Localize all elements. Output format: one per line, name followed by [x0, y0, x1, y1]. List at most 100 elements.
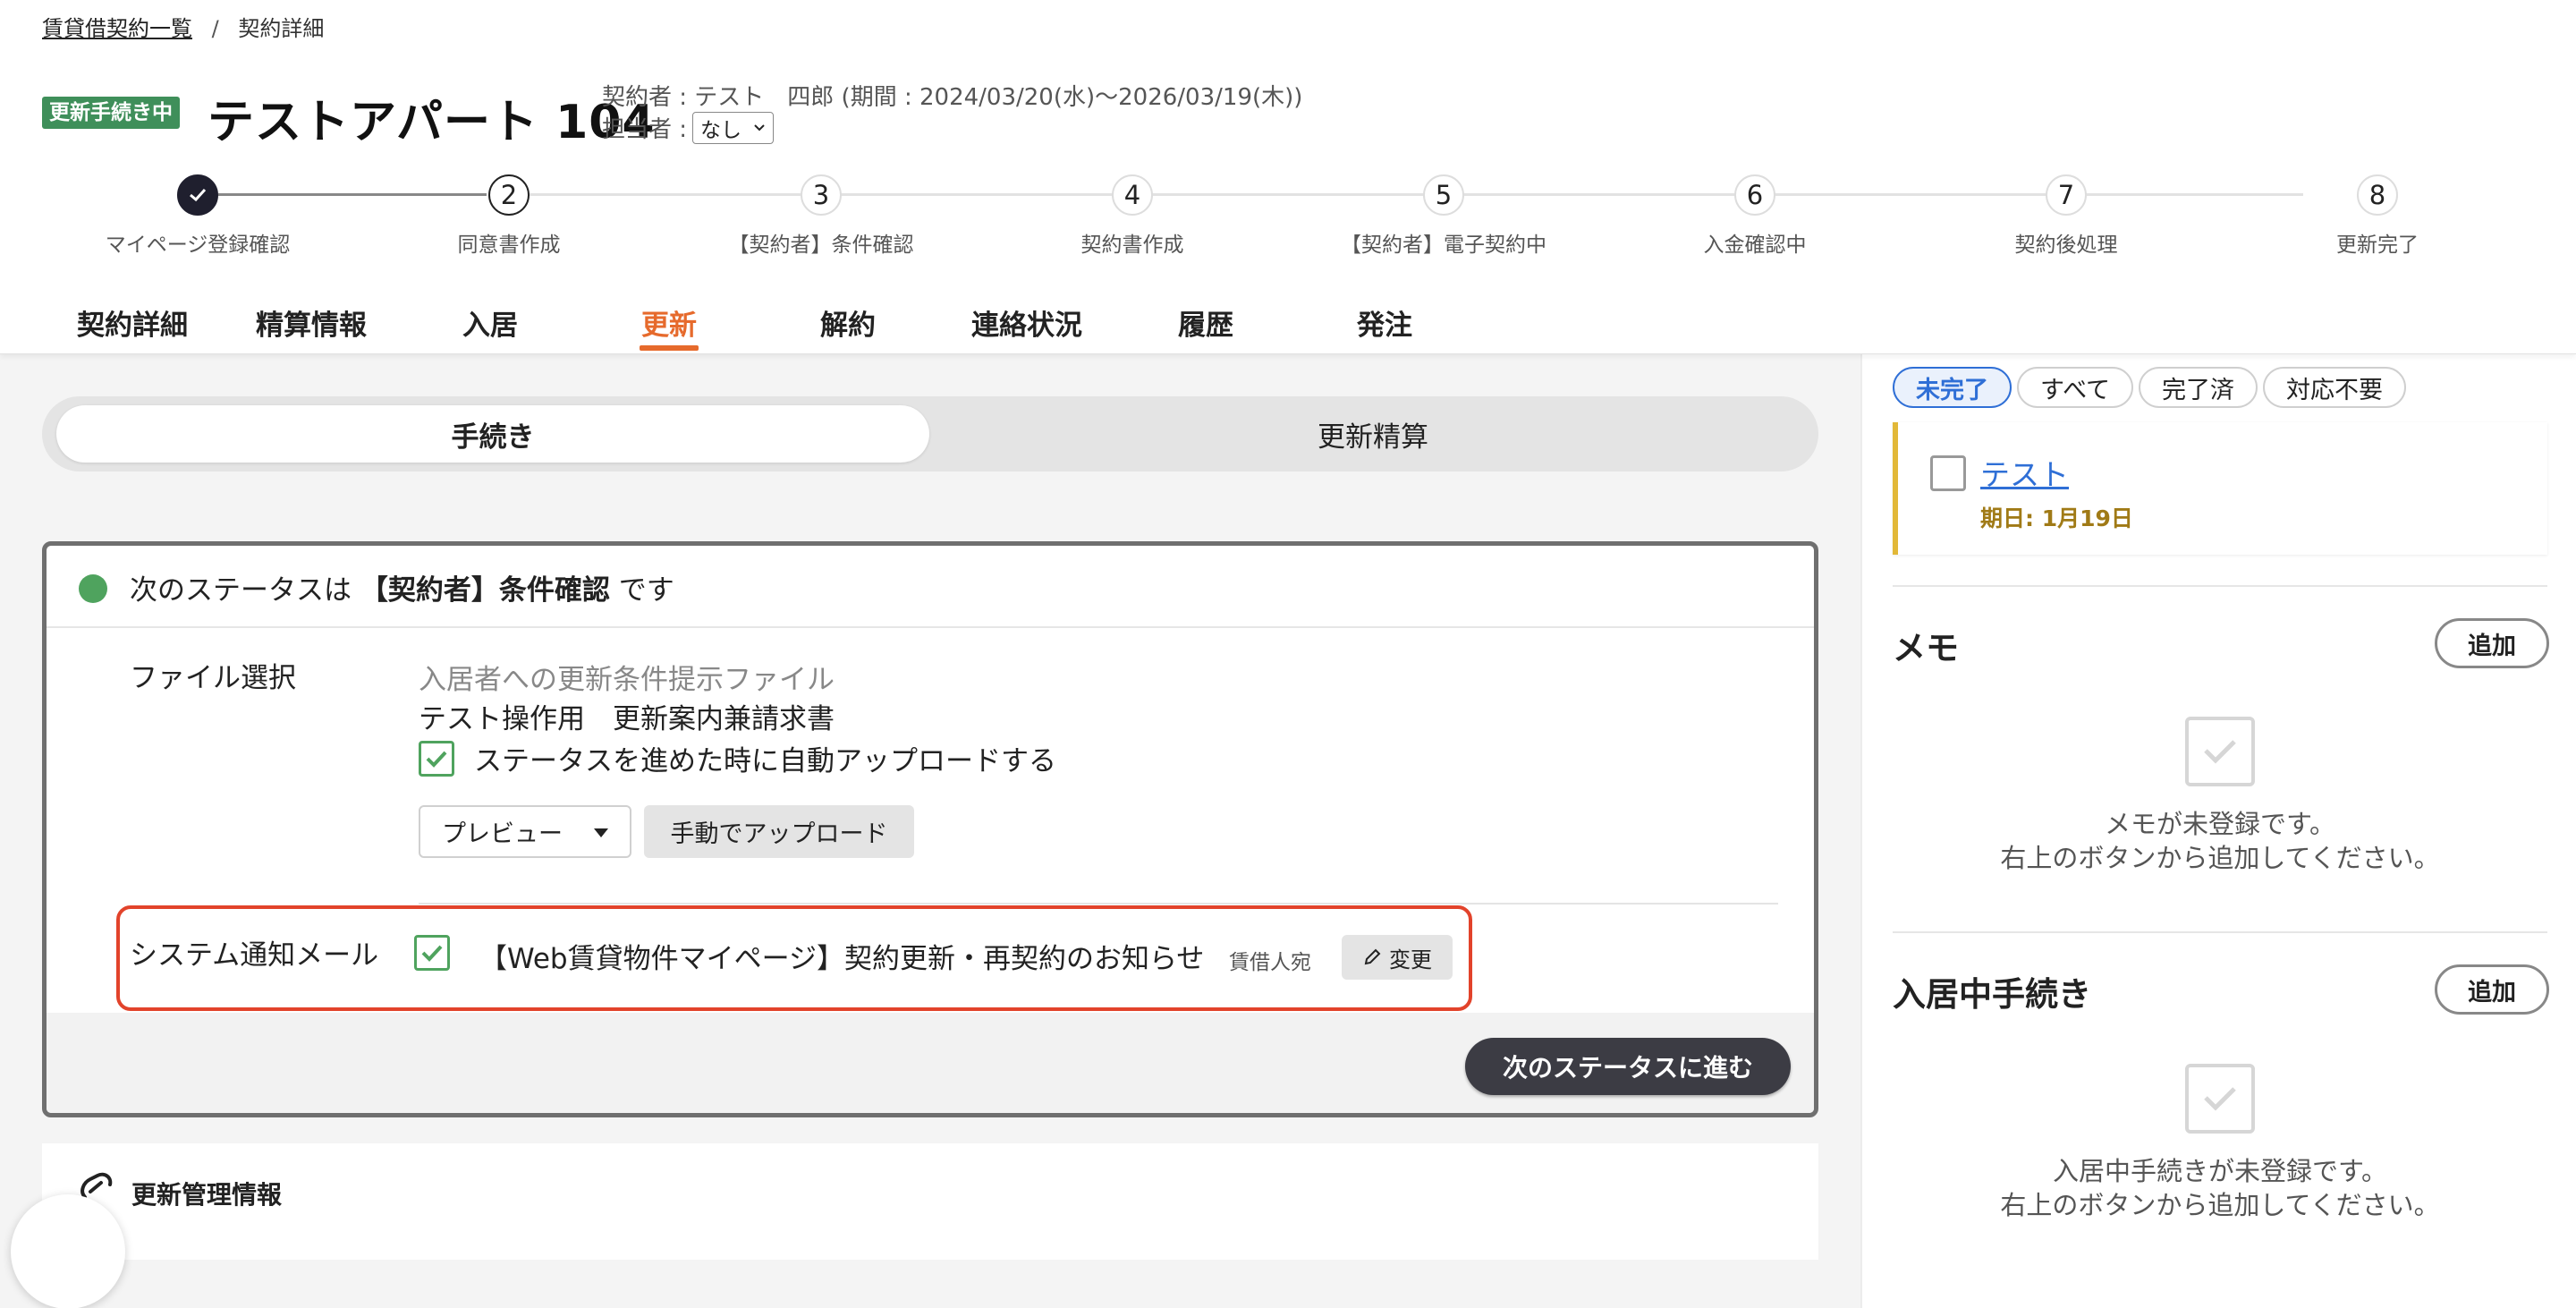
tab-history[interactable]: 履歴: [1116, 302, 1295, 343]
tab-settlement[interactable]: 精算情報: [222, 302, 401, 343]
filter-incomplete[interactable]: 未完了: [1893, 367, 2012, 408]
filter-all[interactable]: すべて: [2017, 367, 2134, 408]
tab-orders[interactable]: 発注: [1295, 302, 1474, 343]
check-icon: [190, 188, 207, 202]
status-dot-icon: [79, 574, 107, 603]
segment-procedure[interactable]: 手続き: [56, 405, 929, 463]
filter-completed[interactable]: 完了済: [2139, 367, 2258, 408]
residence-procedures-heading: 入居中手続き: [1893, 975, 2091, 1014]
assignee-value: なし: [700, 118, 742, 142]
task-due-date: 期日: 1月19日: [1980, 505, 2133, 531]
next-status-text: 次のステータスは 【契約者】条件確認 です: [130, 567, 674, 607]
residence-empty-line-2: 右上のボタンから追加してください。: [2000, 1190, 2440, 1220]
step-7-label: 契約後処理: [2014, 234, 2118, 257]
system-mail-label: システム通知メール: [130, 939, 379, 972]
pencil-icon: [1364, 948, 1381, 965]
status-card-footer: 次のステータスに進む: [47, 1013, 1814, 1113]
chevron-down-icon: [754, 123, 765, 131]
tab-contract-details[interactable]: 契約詳細: [43, 302, 222, 343]
renewal-segment-control: 手続き 更新精算: [42, 396, 1818, 471]
step-8-circle: 8: [2357, 174, 2398, 216]
renewal-management-title[interactable]: 更新管理情報: [131, 1176, 282, 1211]
step-5-circle: 5: [1423, 174, 1464, 216]
assignee-label: 担当者 :: [602, 116, 688, 143]
assignee-select[interactable]: なし: [692, 111, 775, 144]
next-status-button[interactable]: 次のステータスに進む: [1465, 1038, 1791, 1095]
status-badge: 更新手続き中: [42, 97, 180, 129]
step-1-label: マイページ登録確認: [105, 234, 291, 257]
manual-upload-button[interactable]: 手動でアップロード: [644, 805, 914, 858]
memo-empty-line-1: メモが未登録です。: [2104, 809, 2336, 839]
residence-add-button[interactable]: 追加: [2435, 964, 2549, 1015]
step-5-label: 【契約者】電子契約中: [1341, 234, 1546, 257]
breadcrumb-contract-list-link[interactable]: 賃貸借契約一覧: [42, 16, 192, 41]
step-3-circle: 3: [801, 174, 842, 216]
sidebar-divider: [1893, 931, 2547, 933]
check-icon: [426, 751, 447, 768]
residence-empty-message: 入居中手続きが未登録です。 右上のボタンから追加してください。: [1893, 1154, 2547, 1222]
breadcrumb-separator: /: [211, 16, 219, 41]
step-4-circle: 4: [1112, 174, 1153, 216]
task-checkbox[interactable]: [1930, 455, 1966, 491]
status-card-header: 次のステータスは 【契約者】条件確認 です: [47, 546, 1814, 628]
system-mail-subject: 【Web賃貸物件マイページ】契約更新・再契約のお知らせ: [479, 943, 1205, 975]
change-button-label: 変更: [1389, 947, 1432, 973]
system-mail-recipient: 賃借人宛: [1229, 951, 1311, 974]
task-title-link[interactable]: テスト: [1980, 451, 2069, 494]
empty-check-icon: [2185, 1064, 2255, 1134]
tab-move-in[interactable]: 入居: [401, 302, 580, 343]
tab-bar: 契約詳細 精算情報 入居 更新 解約 連絡状況 履歴 発注: [0, 286, 1521, 354]
memo-heading: メモ: [1893, 629, 1959, 667]
file-select-label: ファイル選択: [130, 662, 296, 694]
step-3-label: 【契約者】条件確認: [728, 234, 914, 257]
step-6-circle: 6: [1734, 174, 1775, 216]
page-title: テストアパート 104: [208, 96, 656, 149]
next-status-prefix: 次のステータスは: [130, 574, 352, 607]
next-status-suffix: です: [618, 574, 674, 607]
tab-renewal[interactable]: 更新: [580, 302, 758, 343]
memo-empty-line-2: 右上のボタンから追加してください。: [2000, 843, 2440, 873]
auto-upload-checkbox[interactable]: [419, 740, 454, 777]
step-4-label: 契約書作成: [1080, 234, 1184, 257]
section-divider: [419, 903, 1778, 905]
step-2-label: 同意書作成: [457, 234, 561, 257]
step-1-circle: [177, 174, 218, 216]
tab-cancellation[interactable]: 解約: [758, 302, 937, 343]
step-2-circle: 2: [488, 174, 530, 216]
preview-button-label: プレビュー: [442, 820, 563, 848]
step-6-label: 入金確認中: [1703, 234, 1807, 257]
auto-upload-label: ステータスを進めた時に自動アップロードする: [474, 745, 1056, 777]
active-tab-underline: [640, 345, 699, 351]
segment-renewal-settlement[interactable]: 更新精算: [936, 405, 1809, 463]
breadcrumb: 賃貸借契約一覧 / 契約詳細: [42, 11, 324, 42]
contract-meta: 契約者 : テスト 四郎 (期間 : 2024/03/20(水)〜2026/03…: [602, 84, 1303, 111]
step-8-label: 更新完了: [2336, 234, 2419, 257]
selected-file-name: テスト操作用 更新案内兼請求書: [419, 703, 835, 735]
empty-check-icon: [2185, 717, 2255, 786]
check-icon: [421, 945, 443, 962]
tab-contact-status[interactable]: 連絡状況: [937, 302, 1116, 343]
caret-down-icon: [594, 828, 608, 837]
memo-empty-message: メモが未登録です。 右上のボタンから追加してください。: [1893, 807, 2547, 875]
sidebar-divider: [1893, 585, 2547, 587]
sidebar: 未完了 すべて 完了済 対応不要 テスト 期日: 1月19日 メモ 追加 メモが…: [1860, 354, 2576, 1308]
floating-action-button[interactable]: [11, 1194, 125, 1308]
system-mail-checkbox[interactable]: [414, 935, 450, 971]
task-filter-row: 未完了 すべて 完了済 対応不要: [1893, 367, 2407, 408]
next-status-name: 【契約者】条件確認: [360, 574, 610, 607]
filter-not-required[interactable]: 対応不要: [2263, 367, 2407, 408]
renewal-management-section: 更新管理情報: [42, 1143, 1818, 1260]
file-hint: 入居者への更新条件提示ファイル: [419, 664, 835, 696]
breadcrumb-current: 契約詳細: [238, 16, 325, 41]
auto-upload-option: ステータスを進めた時に自動アップロードする: [419, 738, 1056, 778]
task-card: テスト 期日: 1月19日: [1893, 422, 2547, 555]
memo-add-button[interactable]: 追加: [2435, 618, 2549, 668]
next-status-card: 次のステータスは 【契約者】条件確認 です ファイル選択 入居者への更新条件提示…: [42, 541, 1818, 1117]
change-mail-button[interactable]: 変更: [1342, 935, 1453, 980]
stepper-connector-1: [218, 193, 487, 196]
assignee-row: 担当者 : なし: [602, 111, 775, 144]
stepper-connector-rest: [530, 193, 2303, 196]
preview-dropdown-button[interactable]: プレビュー: [419, 805, 631, 858]
step-7-circle: 7: [2046, 174, 2087, 216]
residence-empty-line-1: 入居中手続きが未登録です。: [2052, 1156, 2388, 1186]
